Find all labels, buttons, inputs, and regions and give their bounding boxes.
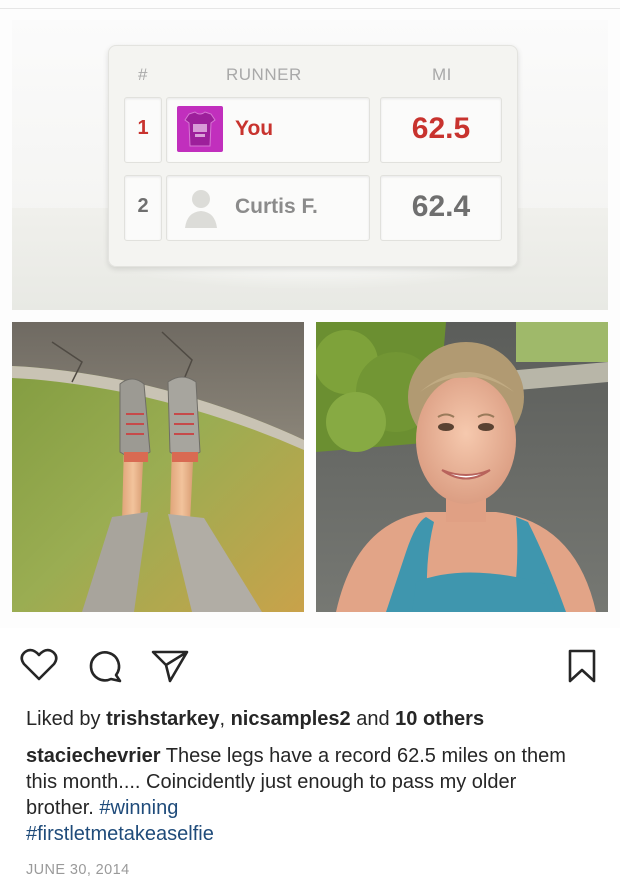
- likes-separator: ,: [219, 708, 231, 730]
- leaderboard-miles-cell: 62.4: [380, 175, 502, 241]
- rank-value: 1: [137, 117, 149, 139]
- likes-and: and: [350, 708, 396, 730]
- runner-name: Curtis F.: [235, 195, 318, 218]
- send-icon[interactable]: [150, 648, 190, 689]
- leaderboard-runner-cell: You: [166, 97, 370, 163]
- hashtag-link[interactable]: #firstletmetakeaselfie: [26, 823, 214, 845]
- hashtag-link[interactable]: #winning: [99, 797, 178, 819]
- comment-icon[interactable]: [86, 648, 124, 689]
- post-caption: staciechevrier These legs have a record …: [26, 743, 586, 847]
- person-silhouette-icon: [181, 186, 221, 230]
- bookmark-icon[interactable]: [566, 648, 598, 689]
- rank-column-header: #: [138, 65, 148, 84]
- post-action-bar: [0, 640, 620, 690]
- likes-others-link[interactable]: 10 others: [395, 708, 484, 730]
- caption-username[interactable]: staciechevrier: [26, 745, 161, 767]
- miles-value: 62.4: [411, 190, 471, 223]
- liker-username[interactable]: nicsamples2: [231, 708, 351, 730]
- leaderboard-card: # RUNNER MI 1 You 62.5 2 Curtis F. 62.4: [108, 45, 518, 267]
- instagram-post: # RUNNER MI 1 You 62.5 2 Curtis F. 62.4 …: [0, 0, 620, 896]
- leaderboard-runner-cell: Curtis F.: [166, 175, 370, 241]
- rank-value: 2: [137, 195, 149, 217]
- liker-username[interactable]: trishstarkey: [106, 708, 219, 730]
- post-image[interactable]: # RUNNER MI 1 You 62.5 2 Curtis F. 62.4: [0, 0, 620, 628]
- divider: [0, 8, 620, 9]
- leaderboard-rank-cell: 2: [124, 175, 162, 241]
- post-date: JUNE 30, 2014: [26, 862, 130, 878]
- runner-name: You: [235, 117, 274, 140]
- likes-summary: Liked by trishstarkey, nicsamples2 and 1…: [26, 708, 484, 731]
- runner-column-header: RUNNER: [226, 65, 302, 84]
- leaderboard-rank-cell: 1: [124, 97, 162, 163]
- likes-prefix: Liked by: [26, 708, 107, 730]
- heart-icon[interactable]: [20, 648, 58, 687]
- shirt-avatar-icon: [177, 106, 223, 152]
- miles-value: 62.5: [411, 112, 471, 145]
- miles-column-header: MI: [432, 65, 452, 84]
- selfie-photo: [316, 322, 608, 612]
- leaderboard-header: # RUNNER MI: [108, 45, 518, 91]
- legs-photo: [12, 322, 304, 612]
- leaderboard-miles-cell: 62.5: [380, 97, 502, 163]
- leaderboard-graphic: # RUNNER MI 1 You 62.5 2 Curtis F. 62.4: [12, 20, 608, 310]
